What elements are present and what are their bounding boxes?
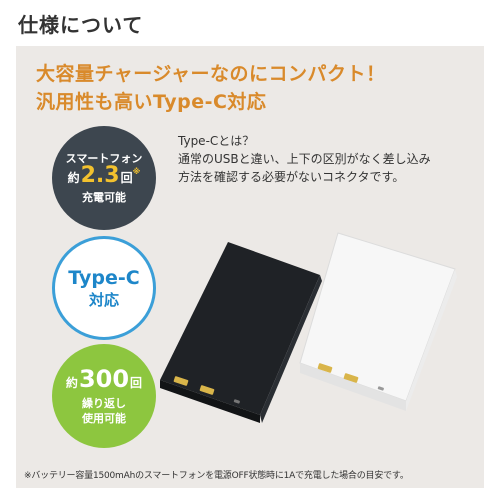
headline-line-2: 汎用性も高いType-C対応: [36, 91, 267, 113]
charge-badge-unit: 回: [120, 171, 133, 185]
cycle-badge-line-3: 使用可能: [82, 412, 126, 425]
power-bank-illustration: [160, 232, 457, 423]
headline-line-1: 大容量チャージャーなのにコンパクト！: [36, 63, 386, 85]
typec-description: Type-Cとは？ 通常のUSBと違い、上下の区別がなく差し込み 方法を確認する…: [178, 132, 478, 186]
black-power-bank: [160, 242, 322, 423]
typec-description-title: Type-Cとは？: [178, 134, 255, 148]
charge-count-badge: スマートフォン 約 2.3 回 ※ 充電可能: [52, 126, 156, 230]
typec-description-line-1: 通常のUSBと違い、上下の区別がなく差し込み: [178, 152, 431, 166]
cycle-badge-unit: 回: [130, 376, 143, 390]
headline: 大容量チャージャーなのにコンパクト！ 汎用性も高いType-C対応: [36, 60, 385, 116]
cycle-badge-line-2: 繰り返し: [82, 397, 126, 410]
charge-badge-prefix: 約: [67, 171, 80, 185]
charge-badge-bottom: 充電可能: [82, 191, 126, 204]
footnote: ※バッテリー容量1500mAhのスマートフォンを電源OFF状態時に1Aで充電した…: [24, 471, 409, 481]
header: 仕様について: [0, 0, 500, 40]
cycle-badge-prefix: 約: [65, 376, 78, 390]
typec-badge-line-2: 対応: [88, 291, 119, 309]
page-title: 仕様について: [18, 13, 144, 37]
charge-badge-value-row: 約 2.3 回 ※: [67, 163, 141, 190]
typec-description-line-2: 方法を確認する必要がないコネクタです。: [178, 170, 405, 184]
white-power-bank: [299, 232, 457, 411]
typec-badge-line-1: Type-C: [68, 267, 140, 289]
cycle-count-badge: 約 300 回 繰り返し 使用可能: [52, 344, 156, 448]
typec-badge: Type-C 対応: [52, 236, 156, 340]
charge-badge-note-mark: ※: [132, 167, 141, 176]
product-image: [150, 215, 480, 455]
cycle-badge-value-row: 約 300 回: [66, 366, 142, 396]
cycle-badge-value: 300: [78, 365, 130, 393]
charge-badge-value: 2.3: [80, 163, 120, 188]
